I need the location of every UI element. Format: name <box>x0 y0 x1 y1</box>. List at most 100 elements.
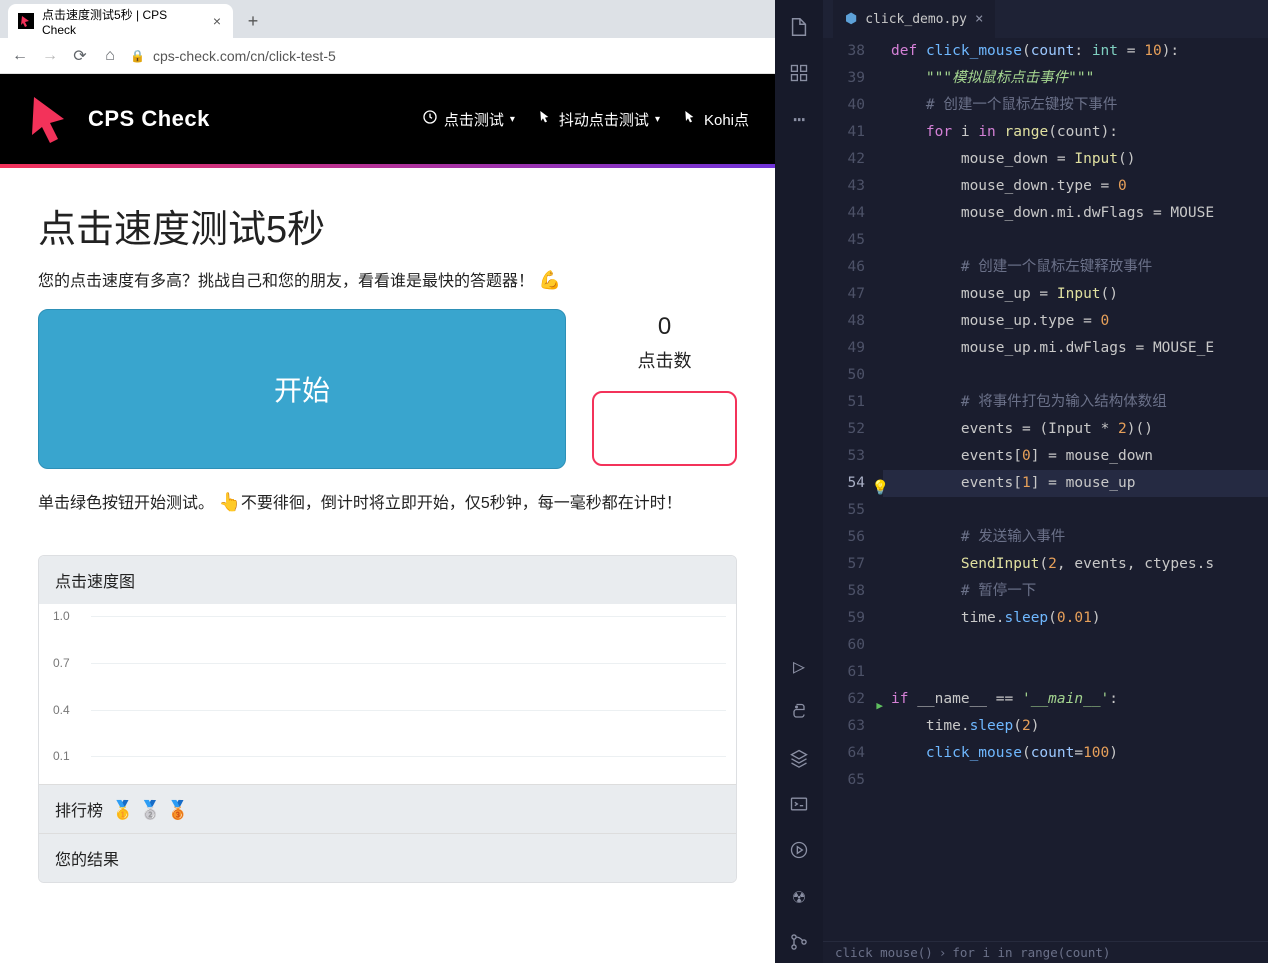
line-number: 38 <box>823 38 865 65</box>
cursor-icon <box>682 109 698 129</box>
line-number: 48 <box>823 308 865 335</box>
nav-item-2[interactable]: Kohi点 <box>682 109 749 130</box>
y-tick-label: 1.0 <box>53 609 70 623</box>
line-number: 58 <box>823 578 865 605</box>
line-number: 54💡 <box>823 470 865 497</box>
code-line[interactable]: time.sleep(0.01) <box>883 605 1268 632</box>
more-icon[interactable]: ⋯ <box>775 98 823 140</box>
close-icon[interactable]: × <box>211 13 223 29</box>
site-name: CPS Check <box>88 106 210 132</box>
code-line[interactable] <box>883 362 1268 389</box>
code-line[interactable]: """模拟鼠标点击事件""" <box>883 65 1268 92</box>
point-emoji-icon: 👆 <box>218 492 240 512</box>
extensions-icon[interactable] <box>775 52 823 94</box>
code-line[interactable]: # 发送输入事件 <box>883 524 1268 551</box>
code-line[interactable]: mouse_up = Input() <box>883 281 1268 308</box>
lightbulb-icon[interactable]: 💡 <box>872 475 889 502</box>
code-line[interactable] <box>883 659 1268 686</box>
play-circle-icon[interactable] <box>775 829 823 871</box>
nav-item-1[interactable]: 抖动点击测试 ▾ <box>537 109 660 130</box>
code-line[interactable]: def click_mouse(count: int = 10): <box>883 38 1268 65</box>
line-number: 44 <box>823 200 865 227</box>
explorer-icon[interactable] <box>775 6 823 48</box>
terminal-icon[interactable] <box>775 783 823 825</box>
code-line[interactable]: events = (Input * 2)() <box>883 416 1268 443</box>
start-label: 开始 <box>274 369 330 409</box>
site-logo[interactable]: CPS Check <box>26 93 210 145</box>
code-line[interactable]: # 将事件打包为输入结构体数组 <box>883 389 1268 416</box>
rank-panel-header[interactable]: 排行榜 🥇 🥈 🥉 <box>39 784 736 833</box>
home-icon[interactable]: ⌂ <box>100 47 120 65</box>
back-icon[interactable]: ← <box>10 47 30 65</box>
source-control-icon[interactable] <box>775 921 823 963</box>
nav-item-0[interactable]: 点击测试▾ <box>422 109 515 130</box>
line-number: 64 <box>823 740 865 767</box>
code-line[interactable]: mouse_down.mi.dwFlags = MOUSE <box>883 200 1268 227</box>
new-tab-button[interactable]: + <box>239 7 267 35</box>
code-line[interactable]: for i in range(count): <box>883 119 1268 146</box>
line-number: 41 <box>823 119 865 146</box>
browser-tab[interactable]: 点击速度测试5秒 | CPS Check × <box>8 4 233 38</box>
chart-panel-header[interactable]: 点击速度图 <box>39 556 736 604</box>
line-number: 65 <box>823 767 865 794</box>
line-number: 63 <box>823 713 865 740</box>
code-line[interactable]: if __name__ == '__main__': <box>883 686 1268 713</box>
run-icon[interactable]: ▷ <box>775 645 823 687</box>
subtitle-text: 您的点击速度有多高？挑战自己和您的朋友，看看谁是最快的答题器！ <box>38 273 534 290</box>
nav-label: 抖动点击测试 <box>559 109 649 130</box>
code-line[interactable] <box>883 632 1268 659</box>
line-number: 51 <box>823 389 865 416</box>
site-nav: 点击测试▾ 抖动点击测试 ▾ Kohi点 <box>422 109 749 130</box>
code-line[interactable]: time.sleep(2) <box>883 713 1268 740</box>
code-line[interactable]: click_mouse(count=100) <box>883 740 1268 767</box>
line-number: 62▶ <box>823 686 865 713</box>
close-icon[interactable]: × <box>975 11 983 27</box>
code-line[interactable]: mouse_down = Input() <box>883 146 1268 173</box>
browser-window: 点击速度测试5秒 | CPS Check × + ← → ⟳ ⌂ 🔒 cps-c… <box>0 0 775 963</box>
chevron-down-icon: ▾ <box>655 114 660 125</box>
code-line[interactable] <box>883 767 1268 794</box>
radiation-icon[interactable]: ☢ <box>775 875 823 917</box>
run-marker-icon[interactable]: ▶ <box>876 692 883 719</box>
code-line[interactable] <box>883 497 1268 524</box>
forward-icon[interactable]: → <box>40 47 60 65</box>
instr-post: 不要徘徊，倒计时将立即开始，仅5秒钟，每一毫秒都在计时！ <box>241 495 682 512</box>
reload-icon[interactable]: ⟳ <box>70 46 90 66</box>
line-number: 52 <box>823 416 865 443</box>
code-line[interactable]: # 暂停一下 <box>883 578 1268 605</box>
code-line[interactable]: mouse_up.mi.dwFlags = MOUSE_E <box>883 335 1268 362</box>
breadcrumb[interactable]: click mouse()›for i in range(count) <box>823 941 1268 963</box>
y-tick-label: 0.4 <box>53 703 70 717</box>
url-text: cps-check.com/cn/click-test-5 <box>153 48 336 64</box>
url-field[interactable]: 🔒 cps-check.com/cn/click-test-5 <box>130 48 765 64</box>
start-button[interactable]: 开始 <box>38 309 566 469</box>
code-line[interactable]: mouse_up.type = 0 <box>883 308 1268 335</box>
page-subtitle: 您的点击速度有多高？挑战自己和您的朋友，看看谁是最快的答题器！ 💪 <box>38 267 737 291</box>
tab-strip: 点击速度测试5秒 | CPS Check × + <box>0 0 775 38</box>
lock-icon: 🔒 <box>130 49 145 63</box>
line-number: 45 <box>823 227 865 254</box>
code-line[interactable]: events[1] = mouse_up <box>883 470 1268 497</box>
click-counter: 0 点击数 <box>592 309 737 466</box>
chevron-down-icon: ▾ <box>510 114 515 125</box>
python-icon[interactable] <box>775 691 823 733</box>
code-line[interactable]: # 创建一个鼠标左键释放事件 <box>883 254 1268 281</box>
code-line[interactable] <box>883 227 1268 254</box>
instruction-text: 单击绿色按钮开始测试。 👆不要徘徊，倒计时将立即开始，仅5秒钟，每一毫秒都在计时… <box>38 489 737 513</box>
line-number: 61 <box>823 659 865 686</box>
editor-tab[interactable]: ⬢ click_demo.py × <box>833 0 995 38</box>
editor-filename: click_demo.py <box>865 12 967 27</box>
code-line[interactable]: SendInput(2, events, ctypes.s <box>883 551 1268 578</box>
line-number: 43 <box>823 173 865 200</box>
breadcrumb-segment[interactable]: for i in range(count) <box>952 945 1110 960</box>
result-box <box>592 391 737 466</box>
code-line[interactable]: mouse_down.type = 0 <box>883 173 1268 200</box>
line-number: 53 <box>823 443 865 470</box>
code-editor-window: ⋯ ▷ ☢ ⬢ click_demo.py × 3839404142434445… <box>775 0 1268 963</box>
breadcrumb-segment[interactable]: click mouse() <box>835 945 933 960</box>
code-editor[interactable]: 3839404142434445464748495051525354💡55565… <box>823 38 1268 963</box>
results-panel-header[interactable]: 您的结果 <box>39 833 736 882</box>
layers-icon[interactable] <box>775 737 823 779</box>
code-line[interactable]: events[0] = mouse_down <box>883 443 1268 470</box>
code-line[interactable]: # 创建一个鼠标左键按下事件 <box>883 92 1268 119</box>
